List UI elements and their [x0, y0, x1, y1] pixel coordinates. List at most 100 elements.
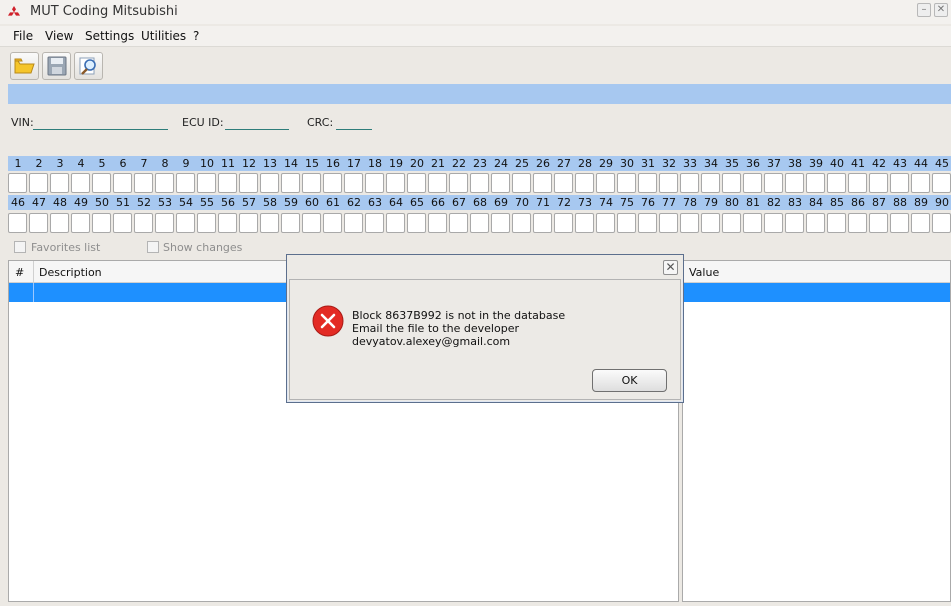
- byte-input-1[interactable]: [8, 173, 27, 193]
- byte-input-28[interactable]: [575, 173, 594, 193]
- byte-input-40[interactable]: [827, 173, 846, 193]
- byte-input-6[interactable]: [113, 173, 132, 193]
- minimize-button[interactable]: –: [917, 3, 931, 17]
- menu-file[interactable]: File: [13, 29, 33, 43]
- byte-input-69[interactable]: [491, 213, 510, 233]
- byte-input-68[interactable]: [470, 213, 489, 233]
- byte-input-9[interactable]: [176, 173, 195, 193]
- menu-view[interactable]: View: [45, 29, 73, 43]
- byte-input-11[interactable]: [218, 173, 237, 193]
- vin-field[interactable]: [33, 129, 168, 130]
- byte-input-13[interactable]: [260, 173, 279, 193]
- byte-input-15[interactable]: [302, 173, 321, 193]
- byte-input-88[interactable]: [890, 213, 909, 233]
- byte-input-22[interactable]: [449, 173, 468, 193]
- byte-input-53[interactable]: [155, 213, 174, 233]
- byte-input-14[interactable]: [281, 173, 300, 193]
- byte-input-70[interactable]: [512, 213, 531, 233]
- column-header-value[interactable]: Value: [689, 266, 719, 279]
- byte-input-10[interactable]: [197, 173, 216, 193]
- byte-input-80[interactable]: [722, 213, 741, 233]
- byte-input-23[interactable]: [470, 173, 489, 193]
- byte-input-35[interactable]: [722, 173, 741, 193]
- byte-input-2[interactable]: [29, 173, 48, 193]
- byte-input-21[interactable]: [428, 173, 447, 193]
- byte-input-61[interactable]: [323, 213, 342, 233]
- byte-input-42[interactable]: [869, 173, 888, 193]
- byte-input-64[interactable]: [386, 213, 405, 233]
- byte-input-33[interactable]: [680, 173, 699, 193]
- byte-input-72[interactable]: [554, 213, 573, 233]
- byte-input-66[interactable]: [428, 213, 447, 233]
- byte-input-73[interactable]: [575, 213, 594, 233]
- byte-input-29[interactable]: [596, 173, 615, 193]
- byte-input-55[interactable]: [197, 213, 216, 233]
- byte-input-44[interactable]: [911, 173, 930, 193]
- byte-input-37[interactable]: [764, 173, 783, 193]
- view-button[interactable]: [74, 52, 103, 80]
- byte-input-31[interactable]: [638, 173, 657, 193]
- byte-input-85[interactable]: [827, 213, 846, 233]
- ecu-id-field[interactable]: [225, 129, 289, 130]
- byte-input-43[interactable]: [890, 173, 909, 193]
- byte-input-82[interactable]: [764, 213, 783, 233]
- byte-input-27[interactable]: [554, 173, 573, 193]
- byte-input-52[interactable]: [134, 213, 153, 233]
- byte-input-47[interactable]: [29, 213, 48, 233]
- byte-input-86[interactable]: [848, 213, 867, 233]
- byte-input-63[interactable]: [365, 213, 384, 233]
- favorites-checkbox[interactable]: [14, 241, 26, 253]
- column-divider[interactable]: [33, 261, 34, 283]
- byte-input-78[interactable]: [680, 213, 699, 233]
- close-window-button[interactable]: ✕: [934, 3, 948, 17]
- byte-input-48[interactable]: [50, 213, 69, 233]
- ok-button[interactable]: OK: [592, 369, 667, 392]
- open-button[interactable]: [10, 52, 39, 80]
- menu-settings[interactable]: Settings: [85, 29, 134, 43]
- byte-input-65[interactable]: [407, 213, 426, 233]
- byte-input-20[interactable]: [407, 173, 426, 193]
- byte-input-4[interactable]: [71, 173, 90, 193]
- byte-input-5[interactable]: [92, 173, 111, 193]
- byte-input-62[interactable]: [344, 213, 363, 233]
- byte-input-57[interactable]: [239, 213, 258, 233]
- byte-input-58[interactable]: [260, 213, 279, 233]
- byte-input-74[interactable]: [596, 213, 615, 233]
- byte-input-59[interactable]: [281, 213, 300, 233]
- byte-input-90[interactable]: [932, 213, 951, 233]
- byte-input-16[interactable]: [323, 173, 342, 193]
- byte-input-84[interactable]: [806, 213, 825, 233]
- byte-input-17[interactable]: [344, 173, 363, 193]
- byte-input-7[interactable]: [134, 173, 153, 193]
- crc-field[interactable]: [336, 129, 372, 130]
- byte-input-81[interactable]: [743, 213, 762, 233]
- byte-input-89[interactable]: [911, 213, 930, 233]
- column-header-description[interactable]: Description: [39, 266, 102, 279]
- save-button[interactable]: [42, 52, 71, 80]
- menu-help[interactable]: ?: [193, 29, 199, 43]
- byte-input-8[interactable]: [155, 173, 174, 193]
- byte-input-36[interactable]: [743, 173, 762, 193]
- byte-input-87[interactable]: [869, 213, 888, 233]
- byte-input-39[interactable]: [806, 173, 825, 193]
- byte-input-67[interactable]: [449, 213, 468, 233]
- byte-input-79[interactable]: [701, 213, 720, 233]
- byte-input-49[interactable]: [71, 213, 90, 233]
- menu-utilities[interactable]: Utilities: [141, 29, 186, 43]
- byte-input-76[interactable]: [638, 213, 657, 233]
- byte-input-3[interactable]: [50, 173, 69, 193]
- byte-input-56[interactable]: [218, 213, 237, 233]
- byte-input-18[interactable]: [365, 173, 384, 193]
- byte-input-38[interactable]: [785, 173, 804, 193]
- byte-input-12[interactable]: [239, 173, 258, 193]
- column-header-number[interactable]: #: [15, 266, 24, 279]
- byte-input-30[interactable]: [617, 173, 636, 193]
- byte-input-24[interactable]: [491, 173, 510, 193]
- byte-input-51[interactable]: [113, 213, 132, 233]
- byte-input-71[interactable]: [533, 213, 552, 233]
- byte-input-54[interactable]: [176, 213, 195, 233]
- byte-input-83[interactable]: [785, 213, 804, 233]
- byte-input-41[interactable]: [848, 173, 867, 193]
- byte-input-75[interactable]: [617, 213, 636, 233]
- byte-input-32[interactable]: [659, 173, 678, 193]
